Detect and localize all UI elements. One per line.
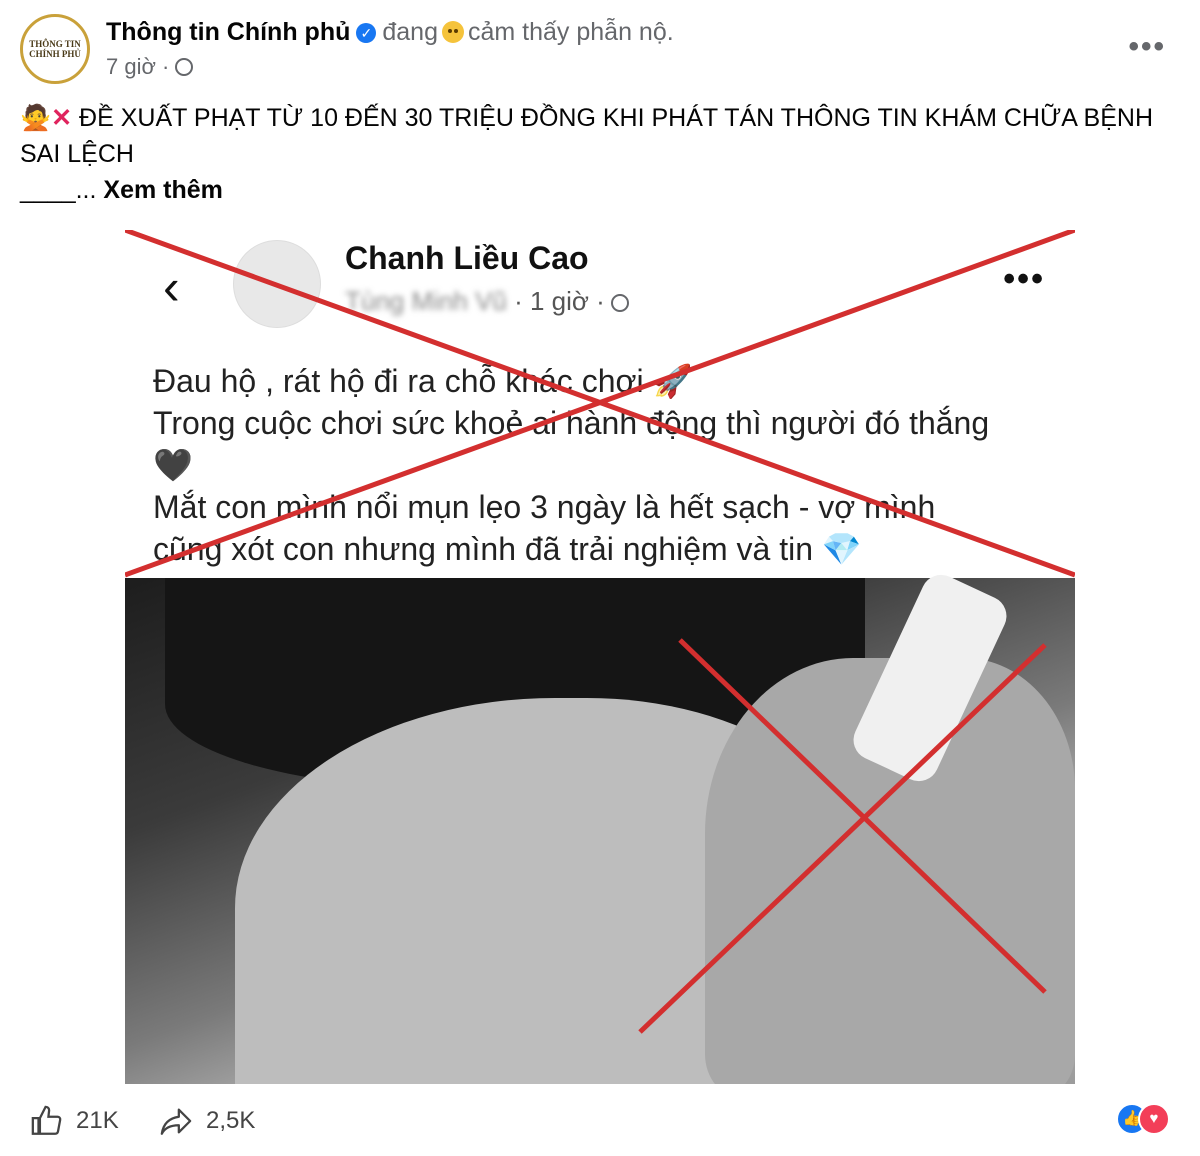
like-count: 21K [76, 1107, 119, 1134]
share-count: 2,5K [206, 1107, 256, 1134]
post-meta: 7 giờ · [106, 54, 194, 80]
like-action[interactable]: 21K [30, 1104, 119, 1138]
post-image[interactable]: ‹ Chanh Liều Cao Tùng Minh Vũ · 1 giờ · … [125, 230, 1075, 1084]
post-header: THÔNG TIN CHÍNH PHỦ Thông tin Chính phủ ✓… [20, 14, 1180, 86]
avatar-logo-text: THÔNG TIN CHÍNH PHỦ [29, 39, 81, 59]
post-headline: ĐỀ XUẤT PHẠT TỪ 10 ĐẾN 30 TRIỆU ĐỒNG KHI… [20, 104, 1153, 168]
see-more-row: ____... Xem thêm [20, 172, 1170, 208]
post-time[interactable]: 7 giờ · [106, 54, 169, 79]
share-icon [160, 1108, 192, 1135]
post-body: 🙅✕ ĐỀ XUẤT PHẠT TỪ 10 ĐẾN 30 TRIỆU ĐỒNG … [20, 100, 1170, 208]
post-headline-row: 🙅✕ ĐỀ XUẤT PHẠT TỪ 10 ĐẾN 30 TRIỆU ĐỒNG … [20, 100, 1170, 172]
globe-icon [175, 58, 194, 76]
post-title-line: Thông tin Chính phủ ✓ đang cảm thấy phẫn nộ… [106, 18, 674, 47]
verified-icon: ✓ [356, 23, 377, 43]
like-icon [31, 1105, 62, 1135]
page-avatar[interactable]: THÔNG TIN CHÍNH PHỦ [20, 14, 90, 84]
angry-emoji-icon [442, 21, 464, 43]
feeling-text: cảm thấy phẫn nộ. [468, 18, 674, 46]
cross-line [638, 643, 1047, 1034]
red-cross-overlay [125, 230, 1075, 1034]
see-more-prefix: ____... [20, 176, 97, 204]
reaction-summary[interactable]: 👍 ♥ [1116, 1102, 1170, 1135]
more-icon[interactable]: ••• [1128, 30, 1166, 64]
post-footer: 21K 2,5K 👍 ♥ [20, 1090, 1180, 1150]
person-gesture-icon: 🙅 [20, 104, 52, 132]
feeling-prefix: đang [382, 18, 438, 46]
page-name[interactable]: Thông tin Chính phủ [106, 18, 350, 46]
share-action[interactable]: 2,5K [158, 1104, 255, 1138]
love-reaction-icon: ♥ [1138, 1103, 1170, 1135]
cross-mark-icon: ✕ [51, 104, 73, 132]
see-more-link[interactable]: Xem thêm [103, 176, 222, 204]
